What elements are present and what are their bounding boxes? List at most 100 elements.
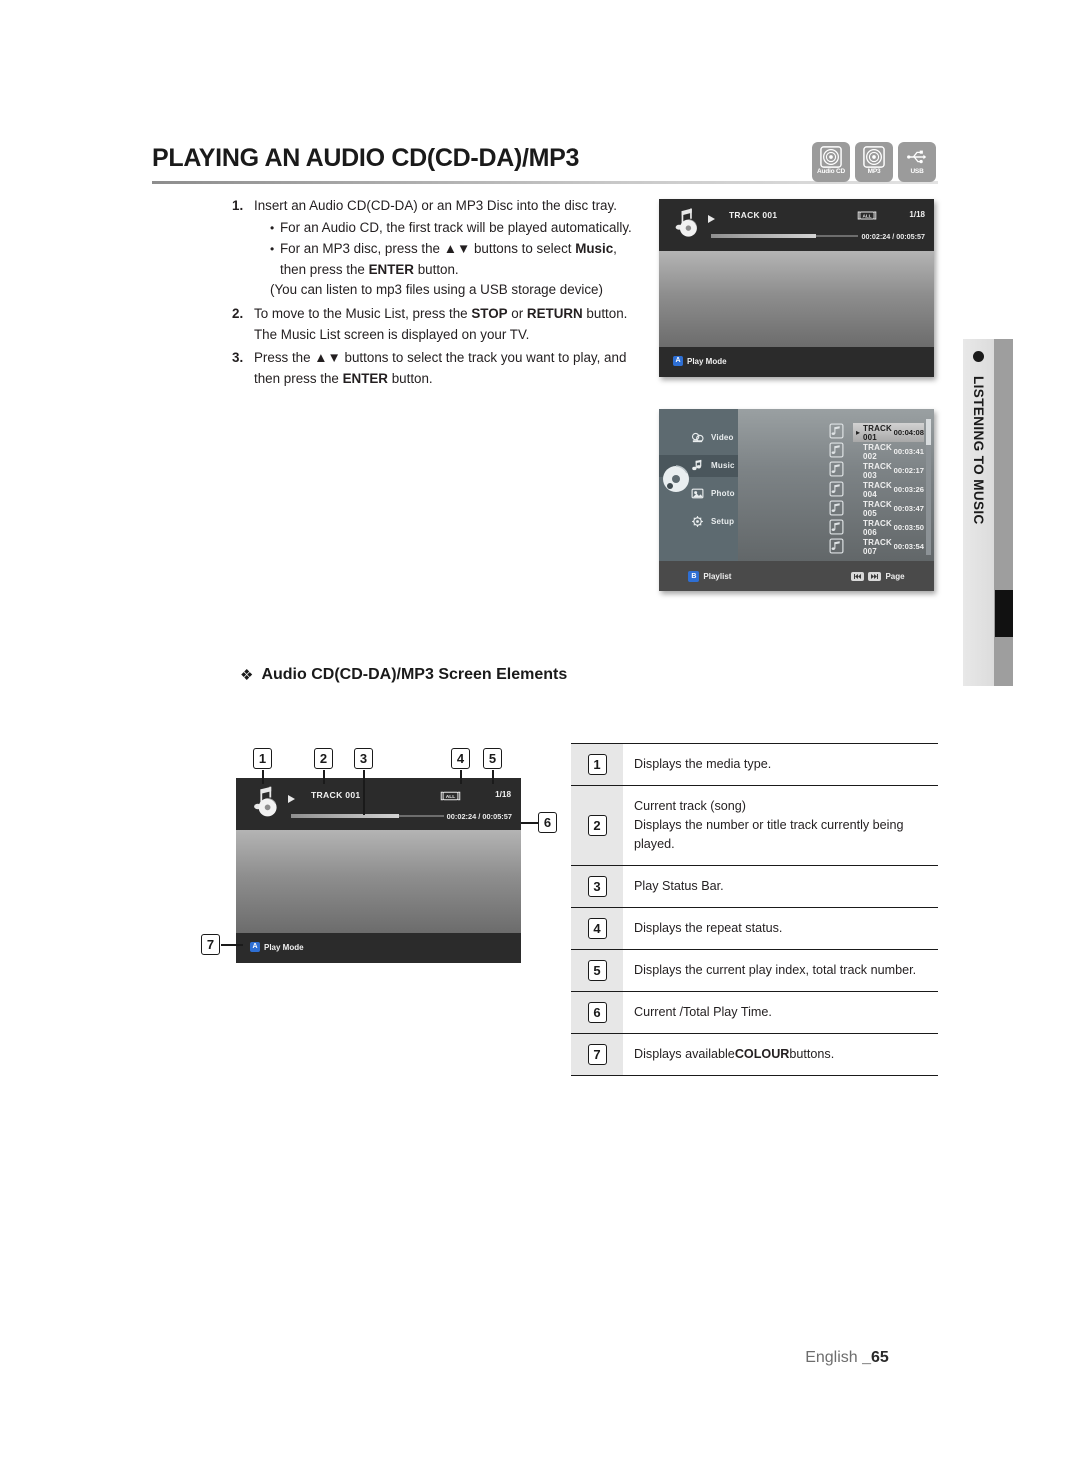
scrollbar-thumb[interactable] (926, 419, 931, 445)
step-3-text: Press the ▲▼ buttons to select the track… (254, 348, 644, 389)
leader-line-3 (363, 770, 365, 815)
music-list-sidebar: Video Music Photo Setup (659, 409, 738, 561)
table-row[interactable]: TRACK 004 00:03:26 (853, 480, 924, 499)
badge-audio-cd: Audio CD (812, 142, 850, 182)
arrow-glyphs: ▲▼ (443, 241, 471, 257)
table-row: 3 Play Status Bar. (571, 866, 938, 908)
callout-6: 6 (538, 812, 557, 833)
table-row[interactable]: TRACK 003 00:02:17 (853, 461, 924, 480)
callout-5: 5 (483, 748, 502, 769)
emph-music: Music (575, 241, 614, 257)
sidebar-label: Setup (711, 517, 735, 526)
track-name: TRACK 006 (863, 518, 892, 537)
badge-label: MP3 (867, 168, 881, 175)
callout-badge-5: 5 (587, 960, 607, 981)
leader-line-7 (221, 944, 243, 946)
disc-icon (820, 146, 842, 168)
page-label: Page (885, 571, 905, 581)
disc-icon (863, 146, 885, 168)
leader-line-4 (460, 770, 462, 784)
step-2-line2: The Music List screen is displayed on yo… (254, 326, 530, 342)
side-tab-label: LISTENING TO MUSIC (971, 376, 986, 525)
page-footer: English _65 (0, 1349, 1080, 1367)
step-2: 2. To move to the Music List, press the … (232, 304, 644, 345)
skip-forward-icon (868, 571, 882, 581)
frag: buttons to select (470, 241, 576, 257)
badge-label: USB (910, 168, 924, 175)
frag: buttons. (789, 1047, 835, 1061)
play-indicator-icon (288, 795, 295, 803)
current-track-name: TRACK 001 (729, 210, 778, 220)
leader-line-5 (492, 770, 494, 784)
row-description: Current /Total Play Time. (634, 1005, 772, 1019)
osd-footer-bar: A Play Mode (659, 347, 934, 377)
table-row[interactable]: TRACK 007 00:03:54 (853, 537, 924, 556)
row-number-cell: 2 (571, 786, 623, 865)
callout-badge-6: 6 (587, 1002, 607, 1023)
callout-4: 4 (451, 748, 470, 769)
table-row[interactable]: TRACK 005 00:03:47 (853, 499, 924, 518)
table-row: 6 Current /Total Play Time. (571, 992, 938, 1034)
track-time: 00:03:47 (893, 504, 924, 513)
play-indicator-icon (708, 215, 715, 223)
emph-enter: ENTER (342, 370, 388, 386)
music-note-disc-icon (254, 786, 277, 817)
table-row: 5 Displays the current play index, total… (571, 950, 938, 992)
row-number-cell: 4 (571, 908, 623, 949)
play-index: 1/18 (495, 790, 511, 799)
sidebar-item-video[interactable]: Video (691, 431, 734, 444)
track-name: TRACK 004 (863, 480, 892, 499)
track-time: 00:03:50 (893, 523, 924, 532)
diamond-bullet-icon: ❖ (240, 666, 254, 684)
section-heading: ❖ Audio CD(CD-DA)/MP3 Screen Elements (240, 666, 567, 684)
sidebar-label: Photo (711, 489, 735, 498)
selection-cursor-icon: ▸ (855, 428, 860, 437)
music-note-disc-icon (675, 208, 697, 237)
table-row[interactable]: ▸ TRACK 001 00:04:08 (853, 423, 924, 442)
playlist-label: Playlist (703, 571, 732, 581)
sidebar-item-music[interactable]: Music (691, 459, 735, 472)
track-name: TRACK 005 (863, 499, 892, 518)
callout-2: 2 (314, 748, 333, 769)
callout-1: 1 (253, 748, 272, 769)
scrollbar[interactable] (926, 419, 931, 555)
bullet-icon (973, 351, 984, 362)
leader-line-6 (521, 822, 538, 824)
svg-text:ALL: ALL (446, 794, 456, 800)
track-time: 00:02:17 (893, 466, 924, 475)
sidebar-item-setup[interactable]: Setup (691, 515, 734, 528)
bullet-dot: • (270, 220, 275, 235)
music-list-footer-bar: B Playlist Page (659, 561, 934, 591)
emph-colour: COLOUR (734, 1047, 790, 1061)
callout-badge-3: 3 (587, 876, 607, 897)
play-mode-label: Play Mode (687, 356, 727, 366)
music-file-icon (829, 500, 844, 516)
table-row: 7 Displays available COLOUR buttons. (571, 1034, 938, 1076)
sidebar-item-photo[interactable]: Photo (691, 487, 735, 500)
colour-key-a: A (673, 356, 683, 366)
badge-usb: USB (898, 142, 936, 182)
row-description: Displays the repeat status. (634, 921, 783, 935)
music-file-icon (829, 461, 844, 477)
track-time: 00:03:26 (893, 485, 924, 494)
row-description: Play Status Bar. (634, 879, 724, 893)
music-file-icon (829, 519, 844, 535)
table-row[interactable]: TRACK 006 00:03:50 (853, 518, 924, 537)
frag: button. (582, 305, 628, 321)
music-file-icon (829, 442, 844, 458)
svg-text:ALL: ALL (862, 214, 871, 219)
row-description: Current track (song) Displays the number… (634, 799, 904, 851)
play-mode-colour-button[interactable]: A Play Mode (250, 942, 304, 952)
step-1-bullet-1: • For an Audio CD, the first track will … (254, 218, 644, 239)
video-icon (691, 432, 704, 443)
emph-return: RETURN (526, 305, 583, 321)
playlist-colour-button[interactable]: B Playlist (688, 570, 732, 582)
frag: For an MP3 disc, press the (280, 241, 444, 257)
play-mode-colour-button[interactable]: A Play Mode (673, 356, 727, 366)
leader-line-1 (262, 770, 264, 784)
page-nav-buttons[interactable]: Page (851, 571, 905, 581)
table-row[interactable]: TRACK 002 00:03:41 (853, 442, 924, 461)
current-track-name: TRACK 001 (311, 790, 361, 800)
repeat-all-icon: ALL (857, 211, 877, 220)
row-description: Displays the media type. (634, 757, 772, 771)
